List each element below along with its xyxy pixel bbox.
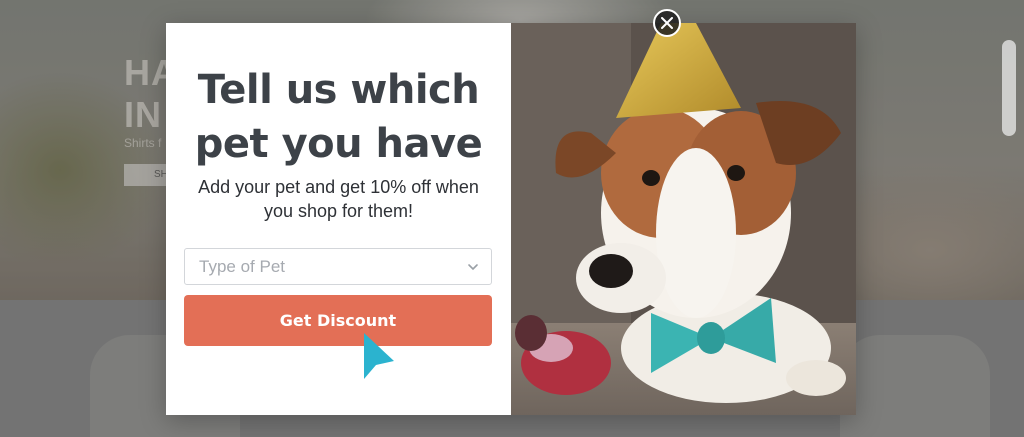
popup-headline: Tell us which pet you have (194, 67, 483, 167)
pet-type-placeholder: Type of Pet (199, 257, 285, 276)
dog-party-hat-photo (511, 23, 856, 415)
page-scrollbar[interactable] (1002, 40, 1016, 136)
close-icon (661, 17, 673, 29)
pointer-cursor-icon (364, 333, 394, 379)
popup-form-panel: Tell us which pet you have Add your pet … (166, 23, 511, 415)
get-discount-button[interactable]: Get Discount (184, 295, 492, 346)
popup-subtext: Add your pet and get 10% off when you sh… (198, 177, 479, 221)
chevron-down-icon (468, 264, 478, 271)
pet-discount-popup: Tell us which pet you have Add your pet … (166, 23, 856, 415)
pet-type-select[interactable]: Type of Pet (184, 248, 492, 285)
popup-photo-panel (511, 23, 856, 415)
close-popup-button[interactable] (653, 9, 681, 37)
